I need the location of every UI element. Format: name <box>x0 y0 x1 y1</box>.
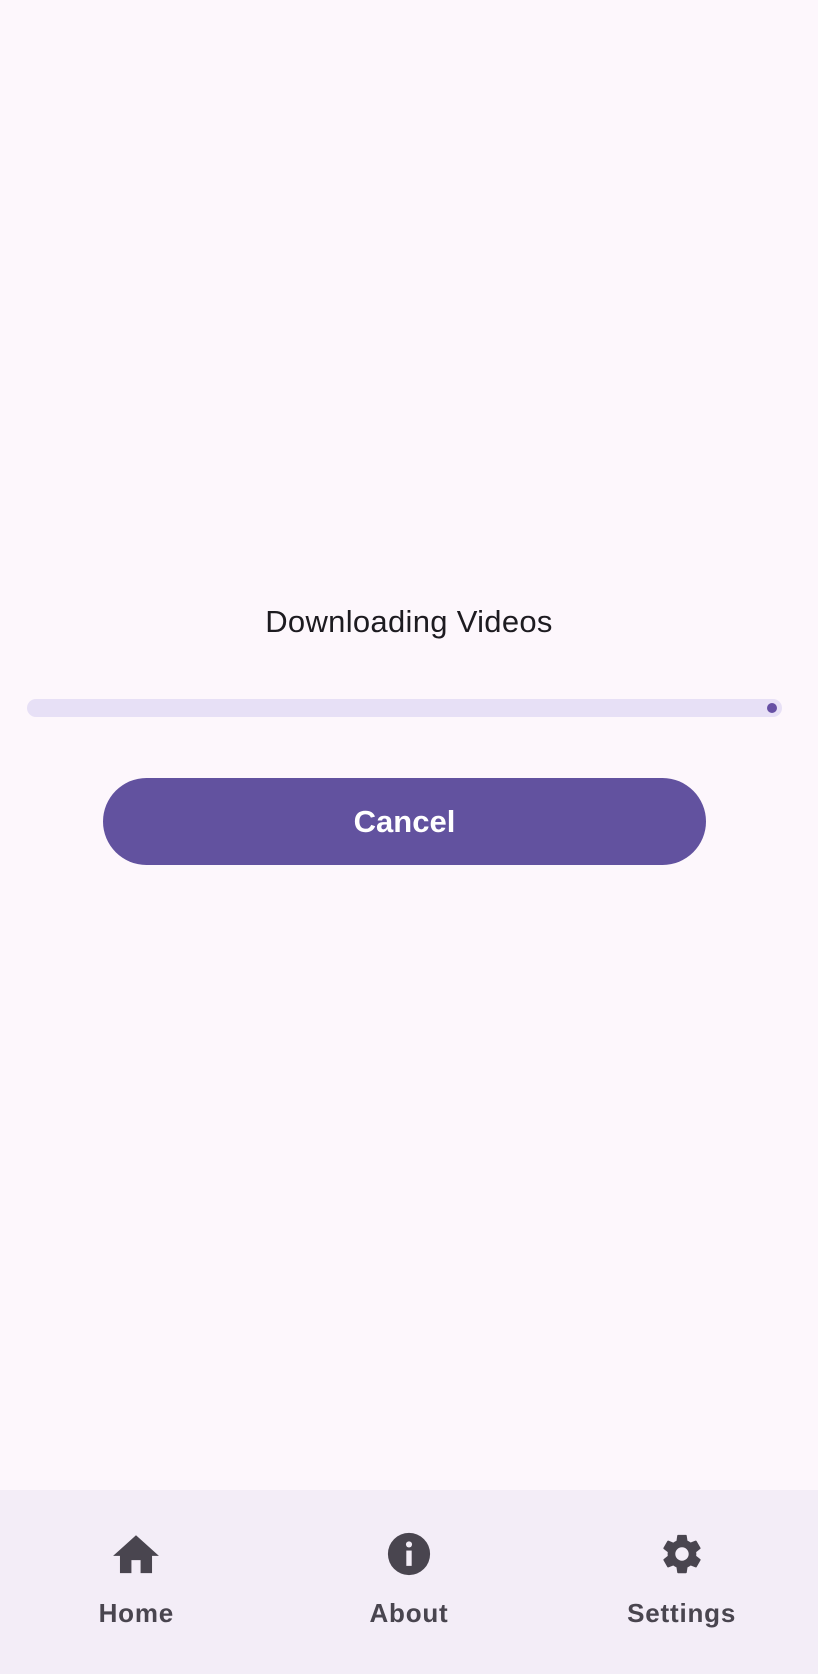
nav-item-home[interactable]: Home <box>26 1490 246 1674</box>
info-icon <box>383 1528 435 1580</box>
nav-label-home: Home <box>98 1598 175 1628</box>
nav-item-settings[interactable]: Settings <box>572 1490 792 1674</box>
bottom-navigation-bar: Home About Settings <box>0 1490 818 1674</box>
download-title: Downloading Videos <box>265 604 553 639</box>
nav-item-about[interactable]: About <box>299 1490 519 1674</box>
home-icon <box>110 1528 162 1580</box>
nav-label-about: About <box>369 1598 449 1628</box>
progress-indicator <box>767 703 777 713</box>
cancel-button[interactable]: Cancel <box>103 778 706 865</box>
nav-label-settings: Settings <box>627 1598 737 1628</box>
gear-icon <box>656 1528 708 1580</box>
main-content: Downloading Videos Cancel <box>0 0 818 1490</box>
download-screen: Downloading Videos Cancel Home About Set… <box>0 0 818 1674</box>
download-progress-bar <box>27 699 782 717</box>
